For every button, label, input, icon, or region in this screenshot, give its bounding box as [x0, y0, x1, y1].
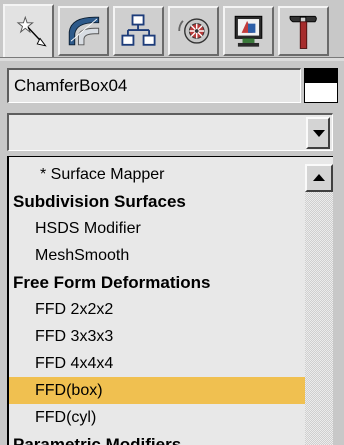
tab-display[interactable] [223, 6, 274, 56]
list-item-ffd-4x4x4[interactable]: FFD 4x4x4 [9, 350, 331, 377]
modify-icon [68, 16, 100, 46]
list-item-ffd-3x3x3[interactable]: FFD 3x3x3 [9, 323, 331, 350]
list-category-free-form-deformations: Free Form Deformations [13, 273, 211, 292]
list-item-meshsmooth[interactable]: MeshSmooth [9, 242, 331, 269]
tab-modify[interactable] [58, 6, 109, 56]
tab-motion[interactable] [168, 6, 219, 56]
command-panel-tabs [0, 0, 344, 61]
tab-hierarchy[interactable] [113, 6, 164, 56]
list-item-surface-mapper[interactable]: * Surface Mapper [9, 161, 333, 188]
create-icon [16, 15, 47, 47]
list-scrollbar[interactable] [305, 164, 333, 445]
list-category-parametric-modifiers: Parametric Modifiers [13, 435, 182, 445]
motion-icon [178, 18, 210, 44]
tab-panel-divider [0, 57, 344, 61]
object-color-fill [305, 69, 337, 83]
list-item-ffd-box[interactable]: FFD(box) [9, 377, 331, 404]
tab-create[interactable] [3, 4, 54, 58]
modifier-list-popup: * Surface Mapper Subdivision Surfaces HS… [7, 156, 333, 445]
hierarchy-icon [121, 14, 156, 46]
scroll-up-arrow-icon[interactable] [305, 164, 333, 192]
object-color-swatch[interactable] [304, 68, 338, 103]
object-name-field[interactable]: ChamferBox04 [7, 68, 301, 103]
list-item-ffd-cyl[interactable]: FFD(cyl) [9, 404, 331, 431]
modifier-list-dropdown[interactable] [7, 113, 333, 151]
list-category-subdivision-surfaces: Subdivision Surfaces [13, 192, 186, 211]
list-item-ffd-2x2x2[interactable]: FFD 2x2x2 [9, 296, 331, 323]
tab-utilities[interactable] [278, 6, 329, 56]
list-item-hsds-modifier[interactable]: HSDS Modifier [9, 215, 331, 242]
display-icon [234, 15, 263, 47]
dropdown-arrow-icon[interactable] [306, 117, 330, 149]
utilities-icon [289, 15, 317, 49]
